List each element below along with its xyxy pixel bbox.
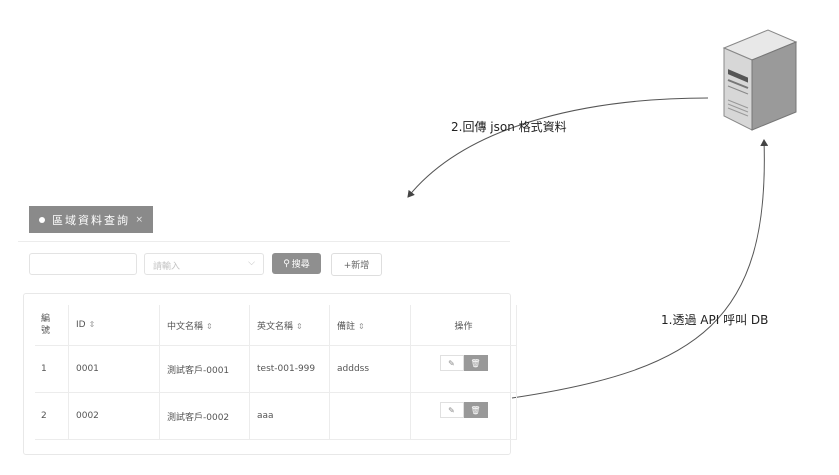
request-arrow — [511, 139, 769, 399]
col-id[interactable]: ID ⇕ — [68, 305, 160, 346]
col-cname[interactable]: 中文名稱 ⇕ — [159, 305, 250, 346]
tab-title: 區域資料查詢 — [52, 213, 130, 227]
call-api-label: 1.透過 API 呼叫 DB — [661, 313, 769, 327]
sort-icon: ⇕ — [358, 321, 365, 331]
select-placeholder: 請輸入 — [153, 262, 181, 272]
delete-button[interactable]: 🗑 — [463, 355, 488, 371]
search-input[interactable] — [29, 253, 137, 275]
edit-button[interactable]: ✎ — [439, 355, 464, 371]
search-button-label: 搜尋 — [291, 260, 310, 270]
active-dot-icon — [39, 216, 45, 223]
return-arrow — [407, 97, 709, 198]
table-row: 1 0001 測試客戶-0001 test-001-999 adddss ✎ 🗑 — [35, 345, 517, 393]
data-table: 編號 ID ⇕ 中文名稱 ⇕ 英文名稱 ⇕ 備註 ⇕ 操作 1 0001 測試客戶-00… — [35, 305, 517, 440]
add-button[interactable]: +新增 — [331, 253, 382, 276]
col-note[interactable]: 備註 ⇕ — [329, 305, 411, 346]
close-icon[interactable]: × — [135, 215, 143, 225]
server-icon — [722, 29, 798, 131]
search-icon: ⚲ — [283, 258, 290, 269]
edit-button[interactable]: ✎ — [439, 402, 464, 418]
chevron-down-icon: ⌵ — [248, 258, 255, 268]
col-ename[interactable]: 英文名稱 ⇕ — [249, 305, 330, 346]
return-json-label: 2.回傳 json 格式資料 — [451, 120, 567, 134]
tab-region-query[interactable]: 區域資料查詢 × — [29, 206, 153, 233]
table-row: 2 0002 測試客戶-0002 aaa ✎ 🗑 — [35, 392, 517, 440]
delete-button[interactable]: 🗑 — [463, 402, 488, 418]
divider — [18, 241, 510, 242]
sort-icon: ⇕ — [88, 320, 96, 329]
sort-icon: ⇕ — [296, 321, 303, 331]
table-header-row: 編號 ID ⇕ 中文名稱 ⇕ 英文名稱 ⇕ 備註 ⇕ 操作 — [35, 305, 517, 346]
sort-icon: ⇕ — [206, 321, 213, 331]
col-actions: 操作 — [410, 305, 517, 346]
col-no: 編號 — [35, 305, 69, 346]
filter-select[interactable]: 請輸入 ⌵ — [144, 253, 264, 275]
search-button[interactable]: ⚲ 搜尋 — [272, 253, 321, 274]
